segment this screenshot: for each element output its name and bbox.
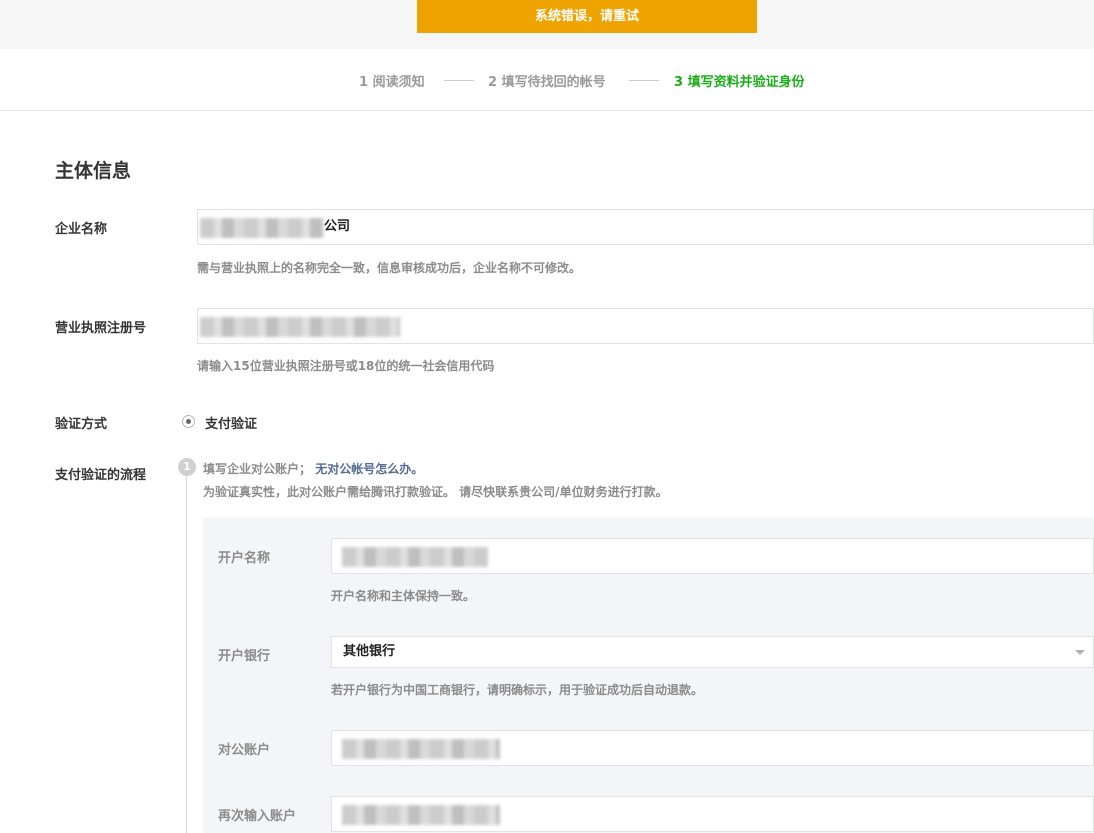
company-name-label: 企业名称 xyxy=(55,222,108,237)
flow-step-text: 填写企业对公账户； 无对公帐号怎么办。 xyxy=(203,460,423,477)
account-name-hint: 开户名称和主体保持一致。 xyxy=(331,589,476,603)
bank-hint: 若开户银行为中国工商银行，请明确标示，用于验证成功后自动退款。 xyxy=(331,683,704,697)
step-fill-account: 2 填写待找回的帐号 xyxy=(488,75,606,90)
step-divider xyxy=(629,80,659,81)
account-no-confirm-input[interactable] xyxy=(331,796,1094,832)
license-no-input[interactable] xyxy=(197,308,1094,344)
license-no-label: 营业执照注册号 xyxy=(55,321,147,336)
flow-step-desc: 为验证真实性，此对公账户需给腾讯打款验证。 请尽快联系贵公司/单位财务进行打款。 xyxy=(203,485,668,499)
account-no-label: 对公账户 xyxy=(218,743,271,758)
redacted-text xyxy=(342,805,500,825)
chevron-down-icon xyxy=(1075,650,1085,655)
redacted-text xyxy=(342,547,488,567)
redacted-text xyxy=(342,739,500,759)
account-no-input[interactable] xyxy=(331,730,1094,766)
account-no-confirm-label: 再次输入账户 xyxy=(218,809,297,824)
bank-select[interactable]: 其他银行 xyxy=(331,636,1094,668)
redacted-text xyxy=(200,218,324,238)
account-name-label: 开户名称 xyxy=(218,551,271,566)
account-name-input[interactable] xyxy=(331,538,1094,574)
step-verify-identity: 3 填写资料并验证身份 xyxy=(674,75,805,90)
payment-verify-label[interactable]: 支付验证 xyxy=(205,413,257,432)
flow-label: 支付验证的流程 xyxy=(55,468,147,483)
step-read-notice: 1 阅读须知 xyxy=(359,75,425,90)
verify-method-label: 验证方式 xyxy=(55,417,108,432)
section-title: 主体信息 xyxy=(55,160,132,182)
redacted-text xyxy=(200,317,400,337)
company-name-value: 公司 xyxy=(324,219,351,234)
error-toast: 系统错误，请重试 xyxy=(417,0,757,33)
step-divider xyxy=(444,80,474,81)
payment-verify-radio[interactable] xyxy=(182,415,195,428)
bank-selected-value: 其他银行 xyxy=(343,644,396,659)
company-name-input[interactable]: 公司 xyxy=(197,209,1094,245)
no-account-help-link[interactable]: 无对公帐号怎么办。 xyxy=(315,462,423,476)
bank-label: 开户银行 xyxy=(218,649,271,664)
flow-timeline xyxy=(186,476,187,833)
company-name-hint: 需与营业执照上的名称完全一致，信息审核成功后，企业名称不可修改。 xyxy=(197,261,582,275)
flow-step-title: 填写企业对公账户； xyxy=(203,462,312,476)
license-no-hint: 请输入15位营业执照注册号或18位的统一社会信用代码 xyxy=(197,359,495,373)
step-indicator: 1 阅读须知 2 填写待找回的帐号 3 填写资料并验证身份 xyxy=(0,49,1094,111)
flow-step-number: 1 xyxy=(178,458,196,476)
